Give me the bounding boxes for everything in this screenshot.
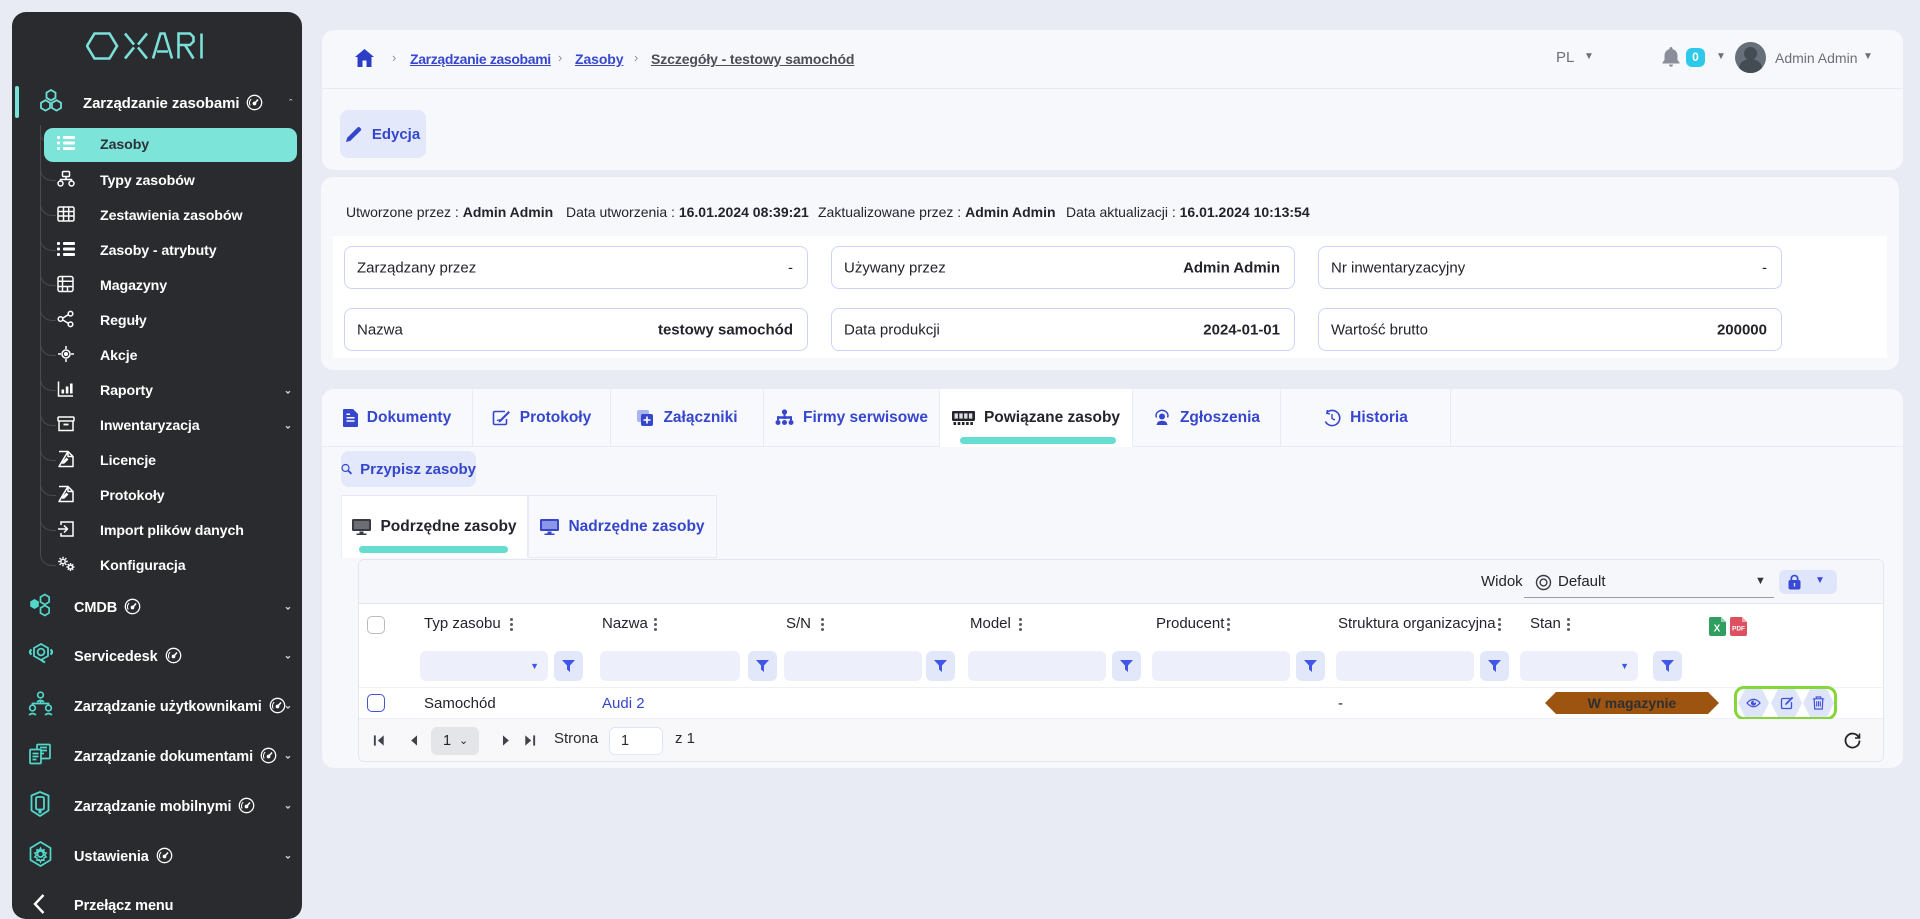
svg-text:PDF: PDF: [1732, 626, 1745, 633]
svg-text:X: X: [1714, 624, 1721, 635]
